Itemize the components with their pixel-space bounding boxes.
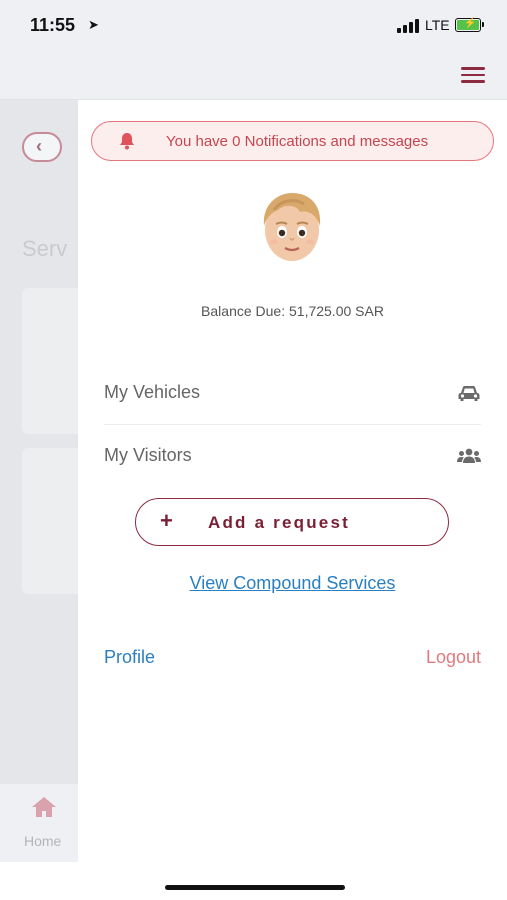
balance-due: Balance Due: 51,725.00 SAR [201, 303, 384, 319]
notification-text: You have 0 Notifications and messages [166, 133, 429, 150]
user-avatar[interactable] [256, 190, 328, 266]
menu-item-label: My Vehicles [104, 382, 201, 402]
home-indicator-area [0, 862, 507, 900]
back-button[interactable]: ‹ [22, 132, 62, 162]
tab-home-label: Home [24, 833, 62, 849]
home-indicator[interactable] [165, 885, 345, 890]
signal-icon [397, 19, 421, 33]
bell-icon [120, 133, 134, 150]
location-arrow-icon: ➤ [88, 17, 99, 32]
background-card [22, 448, 82, 594]
background-page-title: Serv [22, 236, 68, 261]
chevron-left-icon: ‹ [36, 136, 42, 156]
logout-link[interactable]: Logout [426, 647, 481, 668]
background-card [22, 288, 82, 434]
plus-icon: + [160, 508, 173, 533]
side-drawer: You have 0 Notifications and messages Ba… [78, 100, 507, 862]
menu-item-my-vehicles[interactable]: My Vehicles [104, 362, 481, 424]
notification-banner[interactable]: You have 0 Notifications and messages [91, 121, 494, 161]
menu-item-my-visitors[interactable]: My Visitors [104, 425, 481, 487]
app-header [0, 50, 507, 100]
add-request-label: Add a request [208, 513, 350, 532]
menu-item-label: My Visitors [104, 445, 192, 465]
status-bar: 11:55 ➤ LTE ⚡ [0, 0, 507, 50]
profile-link[interactable]: Profile [104, 647, 155, 668]
background-page: ‹ Serv [0, 100, 82, 862]
network-type: LTE [425, 17, 450, 33]
status-time: 11:55 [30, 15, 76, 35]
add-request-button[interactable]: + Add a request [135, 498, 449, 546]
home-icon [32, 797, 56, 817]
users-icon [457, 448, 481, 463]
hamburger-menu-icon[interactable] [461, 67, 485, 83]
battery-charging-icon: ⚡ [455, 18, 484, 32]
car-icon [458, 386, 480, 401]
view-compound-services-link[interactable]: View Compound Services [78, 573, 507, 594]
tab-home[interactable]: Home [0, 784, 78, 862]
